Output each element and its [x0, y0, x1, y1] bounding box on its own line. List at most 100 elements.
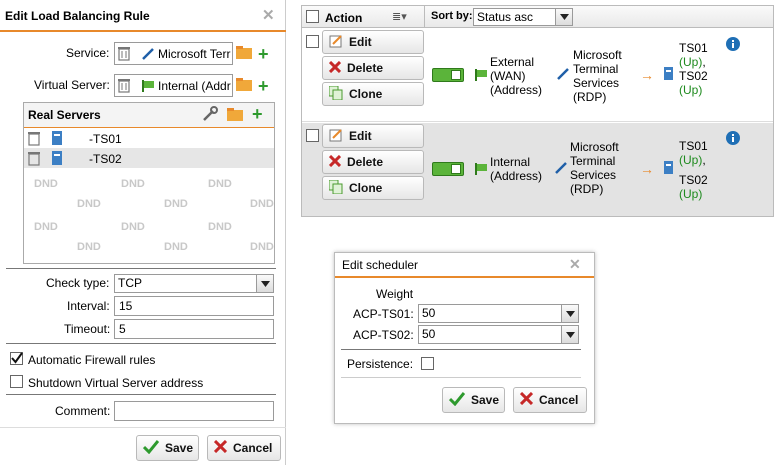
shutdown-label: Shutdown Virtual Server address [28, 376, 204, 390]
folder-icon[interactable] [236, 78, 252, 94]
server-name: -TS02 [89, 152, 122, 166]
service-text: Microsoft Terminal Services (RDP) [570, 140, 619, 196]
delete-button[interactable]: Delete [322, 150, 424, 174]
dnd-watermark: DND [121, 221, 145, 233]
enabled-toggle[interactable] [432, 68, 464, 82]
clone-button[interactable]: Clone [322, 82, 424, 106]
list-item[interactable]: -TS01 [24, 128, 274, 148]
enabled-toggle[interactable] [432, 162, 464, 176]
clone-button[interactable]: Clone [322, 176, 424, 200]
network-flag-icon [141, 79, 155, 96]
virtual-server-text: Internal (Address) [490, 155, 543, 183]
save-button[interactable]: Save [136, 435, 199, 461]
chevron-down-icon[interactable] [555, 9, 572, 25]
trash-icon[interactable] [28, 151, 40, 169]
ts02-weight-select[interactable]: 50 [418, 325, 579, 344]
ts01-weight-select[interactable]: 50 [418, 304, 579, 323]
server-icon [664, 161, 673, 177]
check-type-label: Check type: [46, 276, 110, 290]
chevron-down-icon[interactable] [561, 326, 578, 343]
dnd-watermark: DND [208, 178, 232, 190]
network-flag-icon [474, 162, 488, 179]
close-icon [328, 154, 342, 170]
check-icon [142, 439, 160, 457]
close-icon [519, 391, 534, 408]
list-item[interactable]: -TS02 [24, 148, 274, 168]
folder-icon[interactable] [227, 108, 243, 124]
plug-icon [141, 47, 155, 64]
save-button[interactable]: Save [442, 387, 505, 413]
status-up: (Up) [679, 55, 703, 69]
service-text: Microsoft Terminal Services (RDP) [573, 48, 622, 104]
virtual-server-value: Internal (Addr [158, 79, 231, 93]
trash-icon[interactable] [118, 46, 130, 64]
service-field[interactable]: Microsoft Terr [114, 42, 233, 65]
footer-divider [0, 427, 286, 428]
interval-input[interactable] [114, 296, 274, 316]
sortby-select[interactable]: Status asc [473, 8, 573, 26]
network-flag-icon [474, 68, 488, 85]
select-all-checkbox[interactable] [306, 10, 319, 23]
cancel-button[interactable]: Cancel [207, 435, 281, 461]
timeout-input[interactable] [114, 319, 274, 339]
clone-label: Clone [349, 181, 383, 195]
save-label: Save [165, 441, 194, 455]
service-value: Microsoft Terr [158, 47, 231, 61]
close-icon[interactable]: ✕ [569, 256, 581, 273]
add-icon[interactable]: + [258, 44, 269, 65]
interval-label: Interval: [67, 299, 110, 313]
edit-button[interactable]: Edit [322, 30, 424, 54]
action-header: Action [325, 11, 363, 25]
auto-firewall-checkbox[interactable] [10, 352, 23, 365]
info-icon[interactable] [726, 131, 740, 148]
chevron-down-icon[interactable] [256, 275, 273, 292]
list-header: Action ≣▾ Sort by: Status asc [302, 6, 773, 28]
server-name: TS02 [679, 173, 708, 187]
section-divider [6, 394, 276, 395]
edit-icon [329, 34, 343, 51]
server-name: TS01 [679, 41, 708, 55]
cancel-button[interactable]: Cancel [513, 387, 587, 413]
check-icon [448, 391, 466, 409]
server-icon [52, 131, 62, 148]
shutdown-checkbox[interactable] [10, 375, 23, 388]
trash-icon[interactable] [28, 131, 40, 149]
dnd-watermark: DND [164, 241, 188, 253]
virtual-server-field[interactable]: Internal (Addr [114, 74, 233, 97]
chevron-down-icon[interactable] [561, 305, 578, 322]
trash-icon[interactable] [118, 78, 130, 96]
column-menu-icon[interactable]: ≣▾ [392, 10, 407, 23]
comment-input[interactable] [114, 401, 274, 421]
sortby-value: Status asc [477, 10, 534, 24]
virtual-server-text: External (WAN) (Address) [490, 55, 543, 97]
section-divider [6, 268, 276, 269]
dialog-title: Edit Load Balancing Rule [5, 9, 150, 23]
edit-button[interactable]: Edit [322, 124, 424, 148]
server-name: TS01 [679, 139, 708, 153]
wrench-icon[interactable] [202, 106, 218, 125]
ts02-weight-value: 50 [422, 327, 436, 341]
edit-icon [329, 128, 343, 145]
comment-label: Comment: [55, 404, 111, 418]
ts01-weight-value: 50 [422, 306, 436, 320]
arrow-right-icon: → [640, 67, 654, 83]
row-checkbox[interactable] [306, 129, 319, 142]
weight-label: Weight [376, 287, 414, 301]
auto-firewall-label: Automatic Firewall rules [28, 353, 156, 367]
timeout-label: Timeout: [64, 322, 111, 336]
server-name: -TS01 [89, 132, 122, 146]
info-icon[interactable] [726, 37, 740, 54]
add-icon[interactable]: + [258, 76, 269, 97]
add-icon[interactable]: + [252, 104, 263, 125]
sortby-label: Sort by: [431, 10, 473, 22]
clone-icon [328, 179, 343, 197]
folder-icon[interactable] [236, 46, 252, 62]
persistence-label: Persistence: [347, 357, 414, 371]
check-type-select[interactable]: TCP [114, 274, 274, 293]
row-checkbox[interactable] [306, 35, 319, 48]
persistence-checkbox[interactable] [421, 357, 434, 370]
section-divider [341, 377, 581, 378]
delete-button[interactable]: Delete [322, 56, 424, 80]
close-icon[interactable]: ✕ [262, 6, 275, 24]
dnd-watermark: DND [250, 241, 274, 253]
